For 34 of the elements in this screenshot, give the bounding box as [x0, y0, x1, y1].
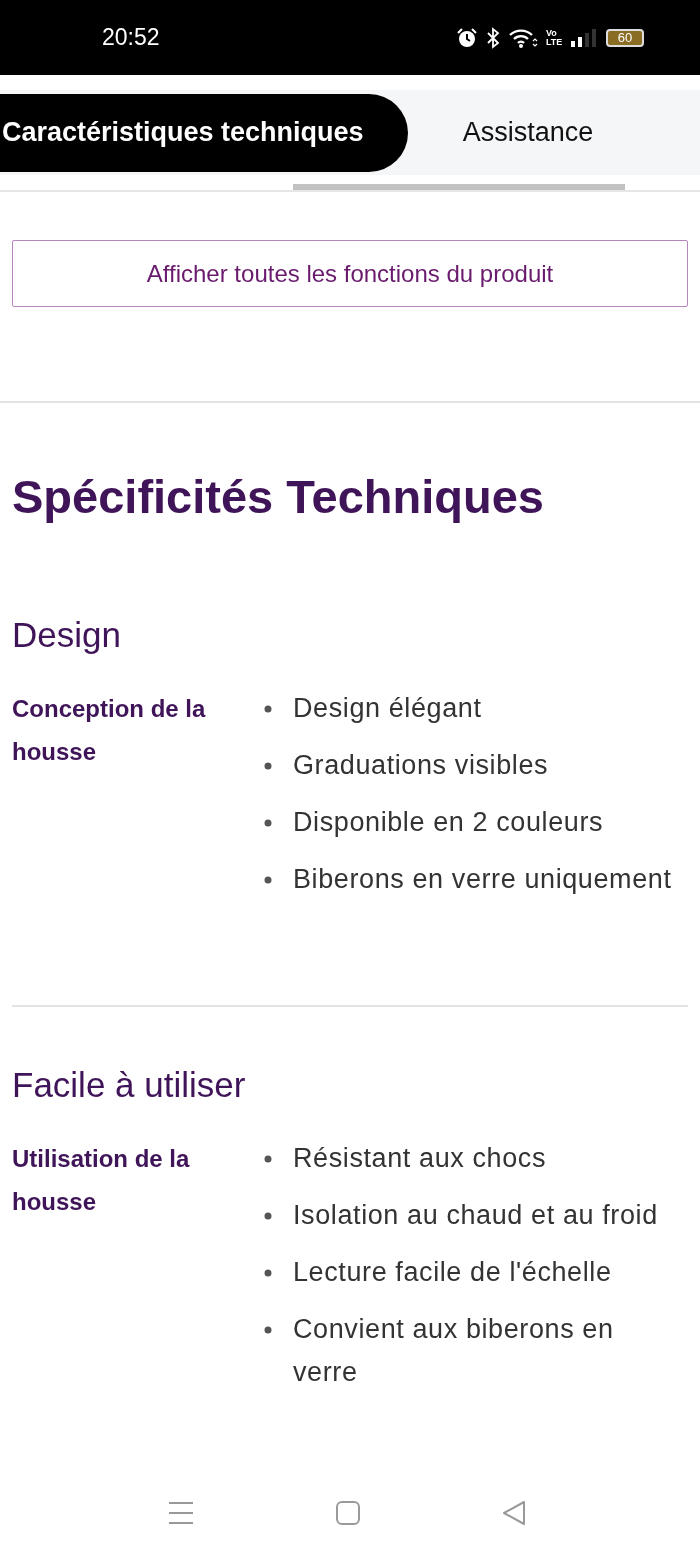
bullet-icon	[264, 819, 272, 827]
bullet-icon	[264, 1326, 272, 1334]
spec-item: Graduations visibles	[293, 749, 549, 782]
bullet-icon	[264, 876, 272, 884]
show-all-features-button[interactable]: Afficher toutes les fonctions du produit	[12, 240, 688, 307]
spec-item: Disponible en 2 couleurs	[293, 806, 604, 839]
category-heading: Design	[12, 614, 122, 656]
clock: 20:52	[102, 24, 160, 51]
battery-icon: 60	[606, 28, 644, 47]
signal-icon	[570, 26, 598, 49]
spec-label: Conception de la housse	[12, 694, 207, 767]
bullet-icon	[264, 1155, 272, 1163]
tab[interactable]: Caractéristiques techniques	[0, 93, 408, 172]
spec-item: Résistant aux chocs	[293, 1142, 546, 1175]
bluetooth-icon	[486, 26, 500, 49]
bullet-icon	[264, 1212, 272, 1220]
bullet-icon	[264, 762, 272, 770]
volte-label: Vo LTE	[546, 28, 562, 47]
spec-item: Biberons en verre uniquement	[293, 863, 672, 896]
menu-icon[interactable]	[168, 1500, 194, 1526]
spec-item: Convient aux biberons en verre	[293, 1313, 615, 1389]
wifi-icon	[508, 26, 538, 49]
home-icon[interactable]	[334, 1500, 361, 1526]
section-title: Spécificités Techniques	[12, 469, 545, 525]
alarm-icon	[456, 26, 478, 49]
back-icon[interactable]	[501, 1500, 527, 1526]
category-heading: Facile à utiliser	[12, 1064, 247, 1106]
spec-label: Utilisation de la housse	[12, 1144, 191, 1217]
spec-item: Lecture facile de l'échelle	[293, 1256, 612, 1289]
tab[interactable]: Assistance	[407, 93, 634, 172]
spec-item: Isolation au chaud et au froid	[293, 1199, 658, 1232]
spec-item: Design élégant	[293, 692, 482, 725]
bullet-icon	[264, 705, 272, 713]
bullet-icon	[264, 1269, 272, 1277]
